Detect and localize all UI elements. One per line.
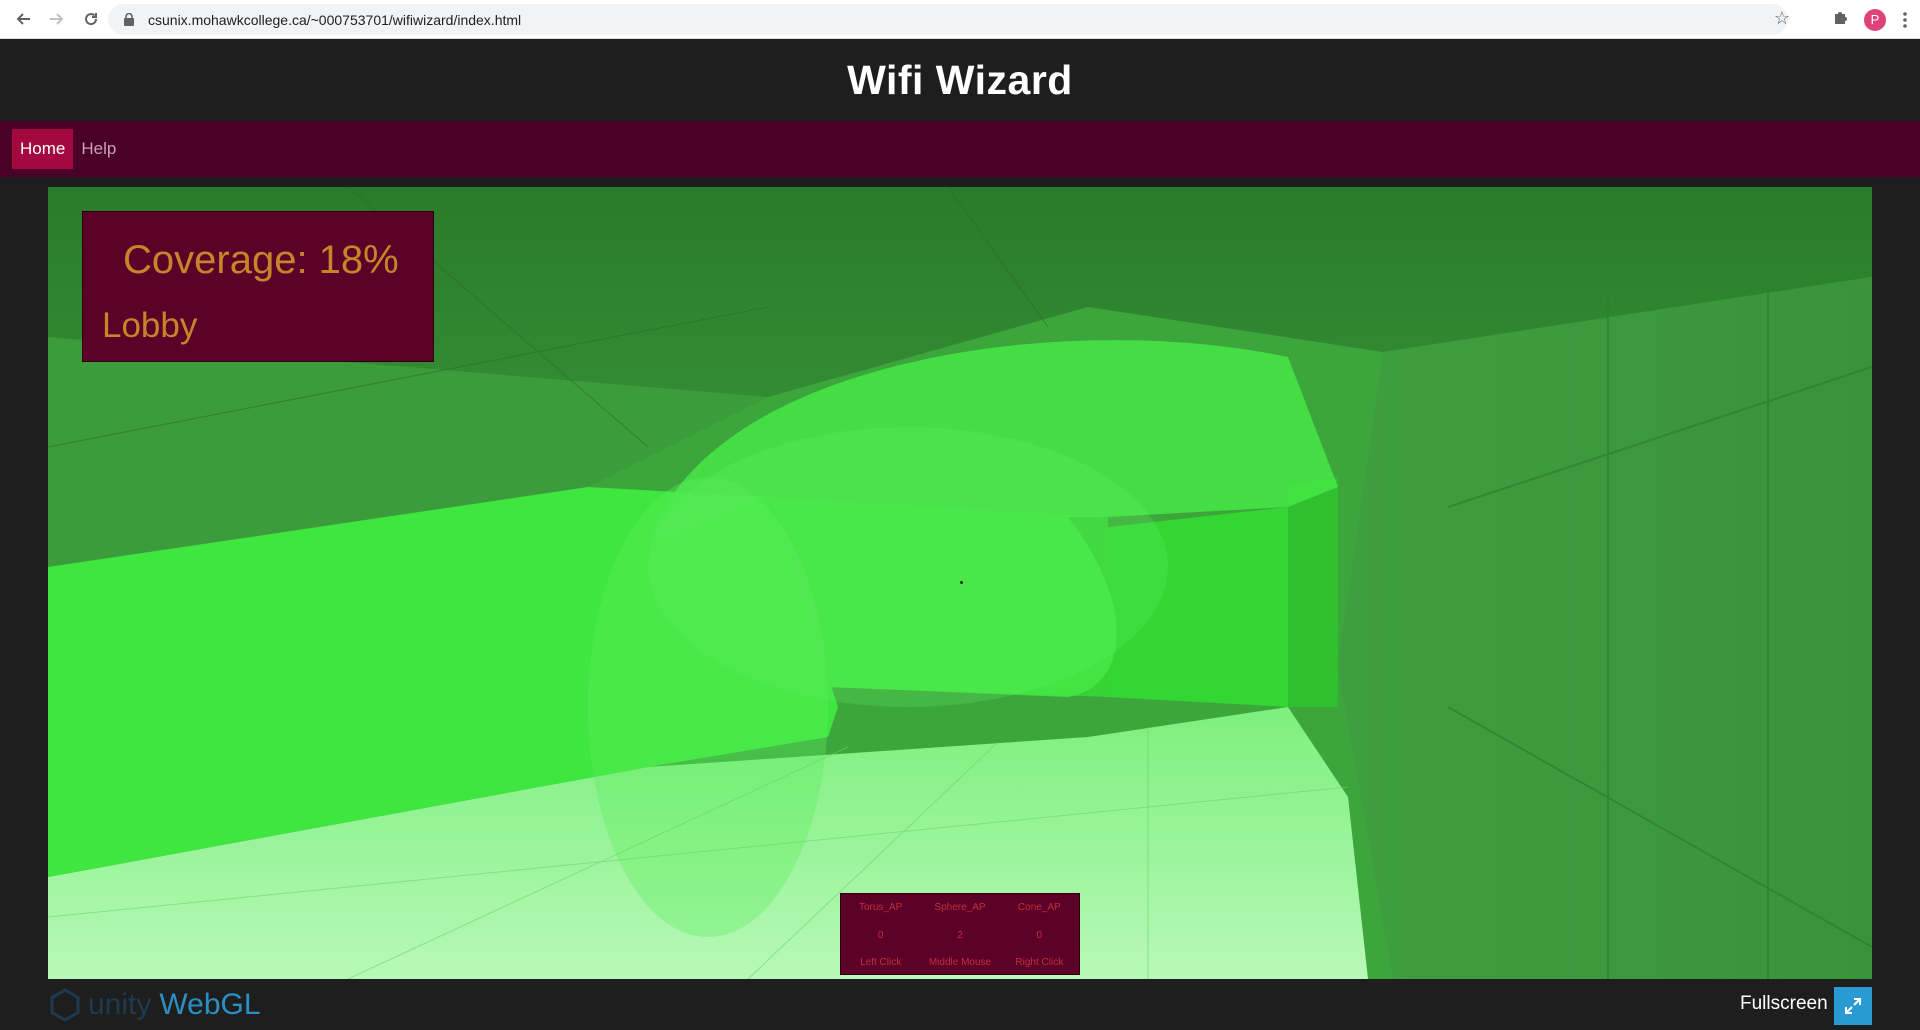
sphere-ap-slot[interactable]: Sphere_AP 2 Middle Mouse [924,894,996,974]
webgl-logo-text: WebGL [159,988,261,1021]
cone-ap-slot[interactable]: Cone_AP 0 Right Click [1003,894,1075,974]
ap-control: Right Click [1015,957,1064,968]
browser-toolbar: csunix.mohawkcollege.ca/~000753701/wifiw… [0,0,1920,39]
crosshair [960,581,963,584]
unity-webgl-logo: unity WebGL [48,985,261,1025]
site-header: Wifi Wizard [0,39,1920,121]
game-canvas[interactable]: Coverage: 18% Lobby Torus_AP 0 Left Clic… [48,187,1872,979]
fullscreen-label: Fullscreen [1740,993,1828,1014]
unity-logo-icon [50,988,80,1022]
access-point-panel: Torus_AP 0 Left Click Sphere_AP 2 Middle… [840,893,1080,975]
lock-icon [120,13,138,26]
nav-home-link[interactable]: Home [12,129,74,169]
reload-icon [85,13,98,26]
ap-count: 2 [957,929,963,941]
nav-help-link[interactable]: Help [73,129,124,169]
ap-count: 0 [877,929,884,941]
ap-name: Torus_AP [858,902,903,913]
bookmark-star-icon[interactable]: ☆ [1774,8,1790,29]
back-arrow-icon [16,13,30,25]
url-text: csunix.mohawkcollege.ca/~000753701/wifiw… [148,11,522,28]
ap-control: Left Click [860,957,902,968]
torus-ap-slot[interactable]: Torus_AP 0 Left Click [845,894,917,974]
coverage-text: Coverage: 18% [123,238,399,282]
back-button[interactable] [8,4,38,34]
browser-menu-icon[interactable] [1900,11,1910,28]
reload-button[interactable] [76,4,106,34]
extensions-puzzle-icon[interactable] [1832,9,1850,30]
coverage-panel: Coverage: 18% Lobby [82,211,434,362]
expand-icon [1845,998,1861,1014]
profile-avatar[interactable]: P [1864,8,1886,31]
page-title: Wifi Wizard [847,56,1073,103]
ap-name: Cone_AP [1017,902,1061,913]
address-bar[interactable]: csunix.mohawkcollege.ca/~000753701/wifiw… [108,4,1788,35]
unity-logo-text: unity [88,988,152,1021]
forward-arrow-icon [50,13,64,25]
fullscreen-button[interactable] [1834,987,1872,1025]
ap-control: Middle Mouse [928,957,992,968]
forward-button[interactable] [42,4,72,34]
room-name: Lobby [102,306,198,345]
ap-count: 0 [1036,929,1043,941]
ap-name: Sphere_AP [934,902,986,913]
main-nav: Home Help [0,121,1920,177]
